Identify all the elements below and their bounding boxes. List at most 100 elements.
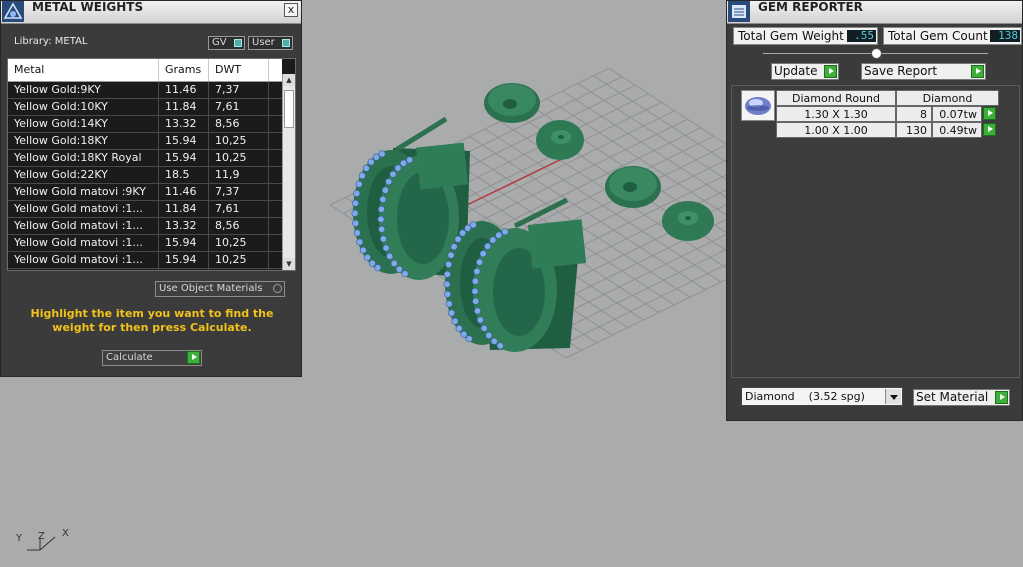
scroll-thumb[interactable] [284,90,294,128]
gem-stone [444,290,452,298]
dwt-cell: 10,25 [209,133,269,149]
gem-stone [471,287,479,295]
gem-stone [378,225,386,233]
gem-stone [469,221,477,229]
metal-table-body: Yellow Gold:9KY 11.46 7,37 Yellow Gold:10KY… [8,82,282,270]
gv-toggle[interactable]: GV [208,36,245,50]
gem-row-count: 8 [896,106,932,122]
earring-back-4[interactable] [662,201,714,241]
gem-stone [355,180,363,188]
gem-stone [485,331,493,339]
calculate-go-icon [187,351,200,364]
gem-stone [356,238,364,246]
save-report-button[interactable]: Save Report [861,63,986,80]
gem-stone [372,153,380,161]
gem-reporter-titlebar[interactable]: GEM REPORTER [727,1,1022,24]
earring-back-2[interactable] [536,120,584,160]
gem-stone [381,186,389,194]
use-object-materials-toggle[interactable]: Use Object Materials [155,281,285,297]
gem-stone [368,259,376,267]
gv-toggle-label: GV [212,37,227,48]
column-header-grams[interactable]: Grams [159,59,209,81]
gem-stone [351,199,359,207]
metal-table-row[interactable]: Yellow Gold matovi :1... 15.94 10,25 [8,252,282,269]
metal-table-row[interactable]: Yellow Gold matovi :1... 15.94 10,25 [8,235,282,252]
set-material-label: Set Material [916,390,989,404]
user-toggle[interactable]: User [248,36,293,50]
gem-stone [474,307,482,315]
dwt-cell: 11,9 [209,167,269,183]
metal-table-row[interactable]: Yellow Gold matovi :9KY 11.46 7,37 [8,184,282,201]
gem-stone [353,229,361,237]
gem-row-select-icon[interactable] [983,123,996,136]
earring-back-3[interactable] [605,166,661,208]
gem-stone [386,252,394,260]
gem-stone [489,236,497,244]
dwt-cell: 10,25 [209,252,269,268]
metal-name-cell: Yellow Gold matovi :2... [8,269,159,270]
grams-cell: 15.94 [159,252,209,268]
grams-cell: 11.84 [159,201,209,217]
gem-stone [490,337,498,345]
metal-table-row[interactable]: Yellow Gold:22KY 18.5 11,9 [8,167,282,184]
splitter-handle[interactable] [871,48,882,59]
dwt-cell: 7,37 [209,184,269,200]
gem-stone [476,316,484,324]
total-gem-count-label: Total Gem Count [888,29,988,43]
metal-table-header: Metal Grams DWT [8,59,282,82]
dwt-cell: 10,25 [209,150,269,166]
gem-stone [443,270,451,278]
gem-header-shape: Diamond Round [776,90,896,106]
set-material-button[interactable]: Set Material [913,389,1010,406]
metal-name-cell: Yellow Gold:10KY [8,99,159,115]
set-material-go-icon [995,391,1008,404]
gem-stone [395,265,403,273]
gem-stone [378,150,386,158]
material-select[interactable]: Diamond (3.52 spg) [741,387,903,406]
dwt-cell: 7,61 [209,99,269,115]
diamond-gem-icon [745,97,771,115]
metal-name-cell: Yellow Gold matovi :1... [8,218,159,234]
dwt-cell: 11,9 [209,269,269,270]
gem-stone [496,342,504,350]
metal-scrollbar[interactable]: ▲ ▼ [282,74,295,270]
scroll-up-icon[interactable]: ▲ [283,74,295,86]
metal-table-row[interactable]: Yellow Gold matovi :1... 11.84 7,61 [8,201,282,218]
grams-cell: 13.32 [159,218,209,234]
metal-weights-titlebar[interactable]: METAL WEIGHTS x [1,1,301,24]
gem-stone [450,243,458,251]
column-header-dwt[interactable]: DWT [209,59,269,81]
gem-stone [351,209,359,217]
scroll-down-icon[interactable]: ▼ [283,258,295,270]
metal-close-button[interactable]: x [284,3,298,17]
gem-stone [359,246,367,254]
calculate-button[interactable]: Calculate [102,350,202,366]
user-toggle-label: User [252,37,275,48]
dwt-cell: 8,56 [209,218,269,234]
earring-back-1[interactable] [484,83,540,123]
metal-table-row[interactable]: Yellow Gold:18KY 15.94 10,25 [8,133,282,150]
save-report-label: Save Report [864,64,938,78]
metal-table: Metal Grams DWT Yellow Gold:9KY 11.46 7,37… [7,58,296,271]
gem-list-area: Diamond Round Diamond 1.30 X 1.30 8 0.07… [731,85,1020,378]
metal-table-row[interactable]: Yellow Gold:18KY Royal 15.94 10,25 [8,150,282,167]
gem-stone [400,159,408,167]
metal-table-row[interactable]: Yellow Gold:9KY 11.46 7,37 [8,82,282,99]
column-header-metal[interactable]: Metal [8,59,159,81]
gem-stone [367,158,375,166]
gem-stone [406,156,414,164]
gem-stone [374,264,382,272]
gem-stone [472,297,480,305]
update-button[interactable]: Update [771,63,839,80]
chevron-down-icon[interactable] [885,389,901,404]
gem-stone [352,219,360,227]
gem-row-select-icon[interactable] [983,107,996,120]
dwt-cell: 10,25 [209,235,269,251]
metal-table-row[interactable]: Yellow Gold matovi :1... 13.32 8,56 [8,218,282,235]
metal-table-row[interactable]: Yellow Gold:14KY 13.32 8,56 [8,116,282,133]
metal-table-row[interactable]: Yellow Gold:10KY 11.84 7,61 [8,99,282,116]
metal-table-row[interactable]: Yellow Gold matovi :2...18.511,9 [8,269,282,270]
gem-stone [495,231,503,239]
metal-name-cell: Yellow Gold:9KY [8,82,159,98]
use-object-materials-label: Use Object Materials [159,283,263,294]
